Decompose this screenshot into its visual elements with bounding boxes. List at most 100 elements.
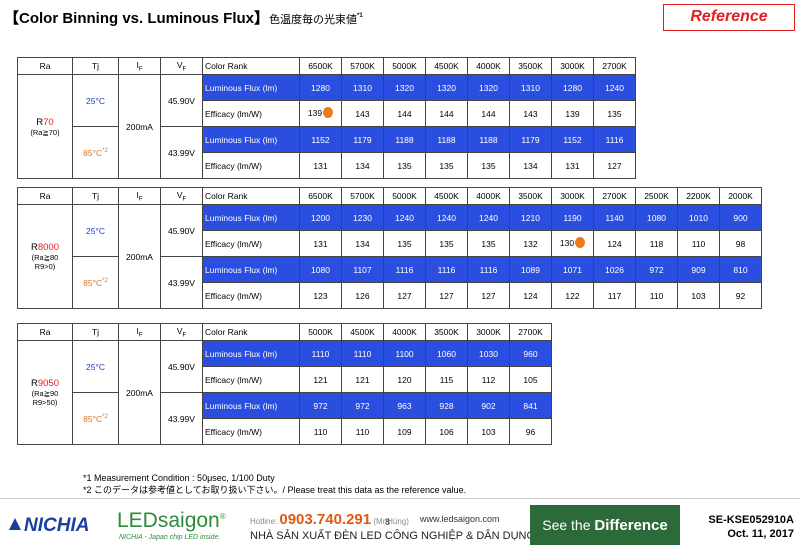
lum-value: 1179 — [509, 126, 552, 153]
rank-header: 3000K — [467, 323, 510, 341]
lum-value: 1116 — [425, 256, 468, 283]
eff-value: 110 — [635, 282, 678, 309]
tj-85: 85°C*2 — [72, 126, 119, 179]
nichia-logo-icon — [9, 518, 21, 530]
ra-cell: R9050 (Ra≧90 R9>50) — [17, 340, 73, 445]
note-1: *1 Measurement Condition : 50μsec, 1/100… — [83, 473, 275, 483]
eff-value: 135 — [383, 152, 426, 179]
lum-value: 960 — [509, 340, 552, 367]
eff-row-85-label: Efficacy (lm/W) — [202, 418, 300, 445]
binning-table-2: Ra Tj IF VF Color Rank 6500K 5700K 5000K 4500K 40… — [17, 187, 762, 309]
vf-header: VF — [160, 57, 203, 75]
tj-85: 85°C*2 — [72, 256, 119, 309]
rank-header: 4000K — [383, 323, 426, 341]
eff-value: 112 — [467, 366, 510, 393]
eff-value: 135 — [425, 230, 468, 257]
vf-header: VF — [160, 323, 203, 341]
table-header-row: Ra Tj IF VF Color Rank 5000K 4500K 4000K 3500K 30… — [17, 323, 552, 341]
lum-value: 1188 — [383, 126, 426, 153]
lum-value: 1280 — [299, 74, 342, 101]
eff-value: 105 — [509, 366, 552, 393]
ledsaigon-subtitle: NICHIA - Japan chip LED inside. — [119, 534, 221, 541]
eff-value: 139 — [551, 100, 594, 127]
eff-value: 144 — [383, 100, 426, 127]
footer: NICHIA LEDsaigon® NICHIA - Japan chip LE… — [0, 498, 800, 549]
rank-header: 2700K — [593, 57, 636, 75]
eff-value: 131 — [299, 152, 342, 179]
eff-value: 131 — [299, 230, 342, 257]
lum-value: 841 — [509, 392, 552, 419]
rank-header: 2700K — [509, 323, 552, 341]
rank-header: 5000K — [383, 187, 426, 205]
document-date: Oct. 11, 2017 — [727, 528, 794, 540]
eff-value: 144 — [425, 100, 468, 127]
eff-value: 121 — [341, 366, 384, 393]
lum-value: 1188 — [425, 126, 468, 153]
lum-value: 1188 — [467, 126, 510, 153]
vf-85: 43.99V — [160, 392, 203, 445]
eff-value: 96 — [509, 418, 552, 445]
eff-value: 109 — [383, 418, 426, 445]
document-id: SE-KSE052910A Oct. 11, 2017 — [686, 513, 794, 541]
ra-header: Ra — [17, 187, 73, 205]
eff-value: 143 — [509, 100, 552, 127]
lum-value: 972 — [299, 392, 342, 419]
vf-25: 45.90V — [160, 340, 203, 393]
lum-value: 1116 — [467, 256, 510, 283]
table-header-row: Ra Tj IF VF Color Rank 6500K 5700K 5000K 4500K 40… — [17, 57, 636, 75]
rank-header: 5000K — [299, 323, 342, 341]
rank-header: 2200K — [677, 187, 720, 205]
lum-value: 1280 — [551, 74, 594, 101]
lum-value: 928 — [425, 392, 468, 419]
lum-value: 1230 — [341, 204, 384, 231]
rank-header: 2700K — [593, 187, 636, 205]
lum-value: 1140 — [593, 204, 636, 231]
lum-value: 1100 — [383, 340, 426, 367]
lum-row-85-label: Luminous Flux (lm) — [202, 256, 300, 283]
eff-value: 103 — [677, 282, 720, 309]
orange-marker-dot — [575, 237, 586, 249]
color-rank-header: Color Rank — [202, 187, 300, 205]
vf-85: 43.99V — [160, 256, 203, 309]
lum-value: 1089 — [509, 256, 552, 283]
lum-value: 1320 — [467, 74, 510, 101]
table-header-row: Ra Tj IF VF Color Rank 6500K 5700K 5000K 4500K 40… — [17, 187, 762, 205]
eff-value: 110 — [299, 418, 342, 445]
lum-value: 902 — [467, 392, 510, 419]
lum-value: 1310 — [341, 74, 384, 101]
rank-header: 2500K — [635, 187, 678, 205]
eff-value: 122 — [551, 282, 594, 309]
lum-value: 1071 — [551, 256, 594, 283]
lum-row-25: R9050 (Ra≧90 R9>50) 25°C 200mA 45.90V Luminous… — [17, 340, 552, 445]
ra-cell: R70 (Ra≧70) — [17, 74, 73, 179]
page-number: 8 — [385, 517, 391, 527]
see-the-difference-banner: See the Difference — [530, 505, 680, 545]
eff-value: 130 — [551, 230, 594, 257]
lum-value: 1010 — [677, 204, 720, 231]
tj-header: Tj — [72, 187, 119, 205]
lum-value: 972 — [341, 392, 384, 419]
rank-header: 5000K — [383, 57, 426, 75]
lum-value: 1200 — [299, 204, 342, 231]
reference-badge: Reference — [663, 4, 795, 31]
rank-header: 3000K — [551, 187, 594, 205]
lum-value: 1190 — [551, 204, 594, 231]
note-2: *2 このデータは参考値としてお取り扱い下さい。/ Please treat t… — [83, 485, 467, 495]
rank-header: 5700K — [341, 57, 384, 75]
vf-header: VF — [160, 187, 203, 205]
ra-header: Ra — [17, 323, 73, 341]
eff-value: 127 — [425, 282, 468, 309]
tj-25: 25°C — [72, 340, 119, 393]
lum-value: 1179 — [341, 126, 384, 153]
lum-value: 1240 — [425, 204, 468, 231]
company-tagline: NHÀ SẢN XUẤT ĐÈN LED CÔNG NGHIỆP & DÂN D… — [250, 530, 536, 542]
binning-table-3: Ra Tj IF VF Color Rank 5000K 4500K 4000K 3500K 30… — [17, 323, 552, 445]
lum-row-25-label: Luminous Flux (lm) — [202, 340, 300, 367]
lum-value: 1080 — [635, 204, 678, 231]
eff-value: 92 — [719, 282, 762, 309]
tj-header: Tj — [72, 57, 119, 75]
eff-value: 115 — [425, 366, 468, 393]
lum-row-25-label: Luminous Flux (lm) — [202, 204, 300, 231]
eff-row-85-label: Efficacy (lm/W) — [202, 152, 300, 179]
website-link[interactable]: www.ledsaigon.com — [420, 514, 500, 524]
